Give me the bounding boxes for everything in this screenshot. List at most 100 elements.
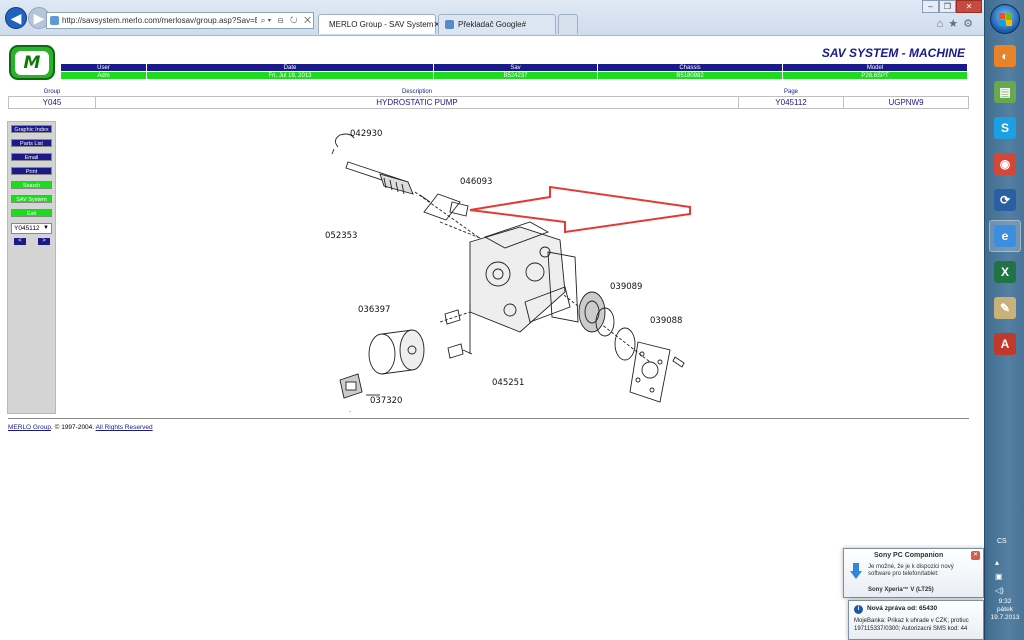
ie-icon: e <box>994 225 1016 247</box>
sav-system-button[interactable]: SAV System <box>11 195 52 203</box>
part-label[interactable]: 045251 <box>492 378 524 388</box>
gear-icon[interactable]: ⚙ <box>963 18 978 30</box>
part-label[interactable]: 037320 <box>370 396 402 406</box>
parts-list-button[interactable]: Parts List <box>11 139 52 147</box>
model-value: P26.6SPT <box>782 71 968 80</box>
part-046093-shape[interactable] <box>423 193 461 221</box>
chevron-down-icon: ▼ <box>43 225 49 231</box>
tab-label: MERLO Group - SAV System <box>329 20 434 29</box>
sony-pc-companion-notification[interactable]: Sony PC Companion ✕ Je možné, že je k di… <box>843 548 984 598</box>
part-label[interactable]: 036397 <box>358 305 390 315</box>
next-page-button[interactable]: > <box>38 238 50 245</box>
chassis-value: B5180982 <box>597 71 783 80</box>
group-table: Group Description Page Y045 HYDROSTATIC … <box>8 89 969 109</box>
email-button[interactable]: Email <box>11 153 52 161</box>
description-label: Description <box>401 89 432 96</box>
graphic-index-button[interactable]: Graphic Index <box>11 125 52 133</box>
address-bar[interactable]: http://savsystem.merlo.com/merlosav/grou… <box>46 12 314 29</box>
page-select[interactable]: Y045112 ▼ <box>11 223 52 234</box>
device-name[interactable]: Sony Xperia™ V (LT25) <box>868 587 934 593</box>
taskbar-app-app[interactable]: ⟳ <box>989 184 1021 216</box>
language-indicator[interactable]: CS <box>997 538 1007 545</box>
favorites-icon[interactable]: ★ <box>948 18 963 30</box>
excel-icon: X <box>994 261 1016 283</box>
merlo-group-link[interactable]: MERLO Group <box>8 424 51 431</box>
back-button[interactable]: ◀ <box>5 7 27 29</box>
close-icon[interactable]: ✕ <box>971 551 980 560</box>
page-title: SAV SYSTEM - MACHINE <box>821 46 965 60</box>
browser-toolbar: ◀ ▶ http://savsystem.merlo.com/merlosav/… <box>0 0 984 36</box>
exit-button[interactable]: Exit <box>11 209 52 217</box>
bank-sms-notification[interactable]: i Nová zpráva od: 65430 MojeBanka: Prika… <box>848 600 984 640</box>
print-button[interactable]: Print <box>11 167 52 175</box>
merlo-logo: M <box>9 45 55 80</box>
system-tray: CS ▴ ▣ ◁) <box>985 530 1024 640</box>
code-value: UGPNW9 <box>843 95 969 109</box>
taskbar-app-skype[interactable]: S <box>989 112 1021 144</box>
part-label[interactable]: 039089 <box>610 282 642 292</box>
pump-body-shape[interactable] <box>469 226 566 333</box>
red-callout-arrow <box>469 185 691 234</box>
taskbar-app-firefox[interactable]: ◐ <box>989 40 1021 72</box>
firefox-icon: ◐ <box>994 45 1016 67</box>
sav-value: B524237 <box>433 71 598 80</box>
taskbar-app-paint[interactable]: ✎ <box>989 292 1021 324</box>
network-icon[interactable]: ▣ <box>995 572 1003 581</box>
part-label[interactable]: 042930 <box>350 129 382 139</box>
clock-date: 19.7.2013 <box>990 614 1020 621</box>
part-039089-shape[interactable] <box>578 291 606 333</box>
close-button[interactable]: ✕ <box>956 0 982 13</box>
page-label: Page <box>783 89 798 96</box>
page-content: M SAV SYSTEM - MACHINE User Date Sav Cha… <box>0 37 984 640</box>
col-header: Model <box>782 63 968 72</box>
volume-icon[interactable]: ◁) <box>995 586 1004 595</box>
footer-divider <box>8 418 969 419</box>
tab-label: Překladač Google# <box>458 20 527 29</box>
part-045251-shape[interactable] <box>444 309 461 325</box>
notification-title: Nová zpráva od: 65430 <box>867 605 938 612</box>
taskbar-app-ie[interactable]: e <box>989 220 1021 252</box>
notes-icon: ▤ <box>994 81 1016 103</box>
page-select-value: Y045112 <box>14 225 40 232</box>
arrow-right-icon: ▶ <box>33 9 45 26</box>
tray-arrow-icon[interactable]: ▴ <box>995 558 999 567</box>
taskbar-app-notes[interactable]: ▤ <box>989 76 1021 108</box>
tab-merlo-sav[interactable]: MERLO Group - SAV System ✕ <box>318 14 440 34</box>
notification-line: 197115337/0300; Autorizacni SMS kod: 44 <box>854 626 968 632</box>
minimize-button[interactable]: – <box>922 0 939 13</box>
copyright-text: . © 1997-2004. <box>51 424 95 431</box>
windows-taskbar: ◐ ▤ S ◉ ⟳ e X ✎ A CS ▴ ▣ ◁) 9:32 pátek 19.7.2013 <box>984 0 1024 640</box>
skype-icon: S <box>994 117 1016 139</box>
new-tab-button[interactable] <box>558 14 578 34</box>
prev-page-button[interactable]: < <box>14 238 26 245</box>
taskbar-app-chrome[interactable]: ◉ <box>989 148 1021 180</box>
taskbar-app-pdf[interactable]: A <box>989 328 1021 360</box>
clock-day: pátek <box>997 606 1013 613</box>
part-label[interactable]: 046093 <box>460 177 492 187</box>
notification-title: Sony PC Companion <box>874 552 944 559</box>
part-039088-shape[interactable] <box>614 327 636 361</box>
tab-google-translate[interactable]: Překladač Google# <box>438 14 556 34</box>
col-header: Sav <box>433 63 598 72</box>
footer: MERLO Group. © 1997-2004. All Rights Res… <box>8 424 153 431</box>
page-value: Y045112 <box>738 95 844 109</box>
start-button[interactable] <box>990 4 1020 34</box>
chrome-icon: ◉ <box>994 153 1016 175</box>
clock[interactable]: 9:32 pátek 19.7.2013 <box>985 598 1024 622</box>
pdf-icon: A <box>994 333 1016 355</box>
part-label[interactable]: 039088 <box>650 316 682 326</box>
col-header: User <box>60 63 147 72</box>
app-icon: ⟳ <box>994 189 1016 211</box>
rights-link[interactable]: All Rights Reserved <box>96 424 153 431</box>
col-header: Date <box>146 63 434 72</box>
maximize-button[interactable]: ❐ <box>939 0 956 13</box>
ie-toolbar-icons: ⌂★⚙ <box>937 17 978 30</box>
search-button[interactable]: Search <box>11 181 52 189</box>
notification-body: MojeBanka: Prikaz k uhrade v CZK; protiu… <box>854 617 983 633</box>
group-value: Y045 <box>8 95 96 109</box>
address-url[interactable]: http://savsystem.merlo.com/merlosav/grou… <box>62 16 257 25</box>
address-actions[interactable]: ⌕▾ ⊟ ↻ ✕ <box>261 15 314 26</box>
part-label[interactable]: 052353 <box>325 231 357 241</box>
taskbar-app-excel[interactable]: X <box>989 256 1021 288</box>
home-icon[interactable]: ⌂ <box>937 18 949 30</box>
